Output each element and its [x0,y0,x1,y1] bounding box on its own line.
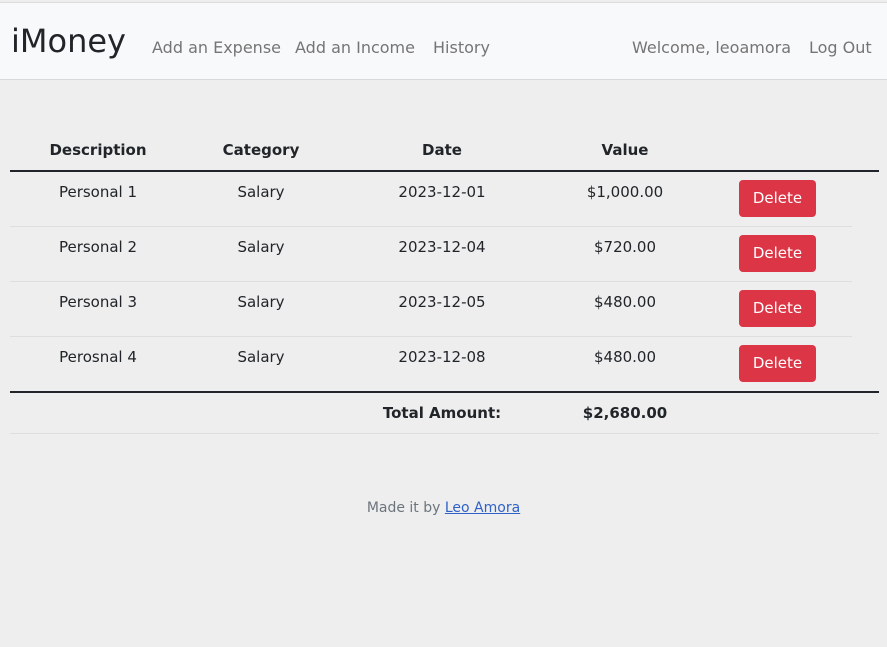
row-category: Salary [237,183,285,201]
row-category: Salary [237,293,285,311]
row-description: Personal 3 [58,293,138,311]
brand-logo[interactable]: iMoney [11,21,126,61]
row-description: Perosnal 4 [59,348,137,366]
total-divider [10,433,879,434]
header-description: Description [49,141,147,159]
row-divider [10,281,852,282]
row-date: 2023-12-08 [398,348,486,366]
row-date: 2023-12-05 [398,293,486,311]
header-divider [10,170,879,172]
delete-button[interactable]: Delete [739,180,816,217]
footer: Made it by Leo Amora [0,499,887,517]
row-divider [10,226,852,227]
header-date: Date [422,141,462,159]
row-date: 2023-12-01 [398,183,486,201]
welcome-text: Welcome, leoamora [632,38,791,57]
footer-divider [10,391,879,393]
navbar: iMoney Add an Expense Add an Income Hist… [0,2,887,80]
row-divider [10,336,852,337]
header-category: Category [222,141,300,159]
header-value: Value [601,141,649,159]
row-date: 2023-12-04 [398,238,486,256]
delete-button[interactable]: Delete [739,235,816,272]
row-category: Salary [237,238,285,256]
row-value: $480.00 [593,348,657,366]
row-value: $1,000.00 [586,183,664,201]
total-label: Total Amount: [382,404,502,422]
author-link[interactable]: Leo Amora [445,500,520,516]
row-value: $720.00 [593,238,657,256]
row-value: $480.00 [593,293,657,311]
total-value: $2,680.00 [582,404,668,422]
nav-add-income[interactable]: Add an Income [295,37,415,59]
row-description: Personal 2 [58,238,138,256]
logout-link[interactable]: Log Out [809,37,872,59]
footer-prefix: Made it by [366,500,441,516]
delete-button[interactable]: Delete [739,345,816,382]
nav-history[interactable]: History [433,37,490,59]
row-category: Salary [237,348,285,366]
row-description: Personal 1 [58,183,138,201]
delete-button[interactable]: Delete [739,290,816,327]
nav-add-expense[interactable]: Add an Expense [152,37,281,59]
